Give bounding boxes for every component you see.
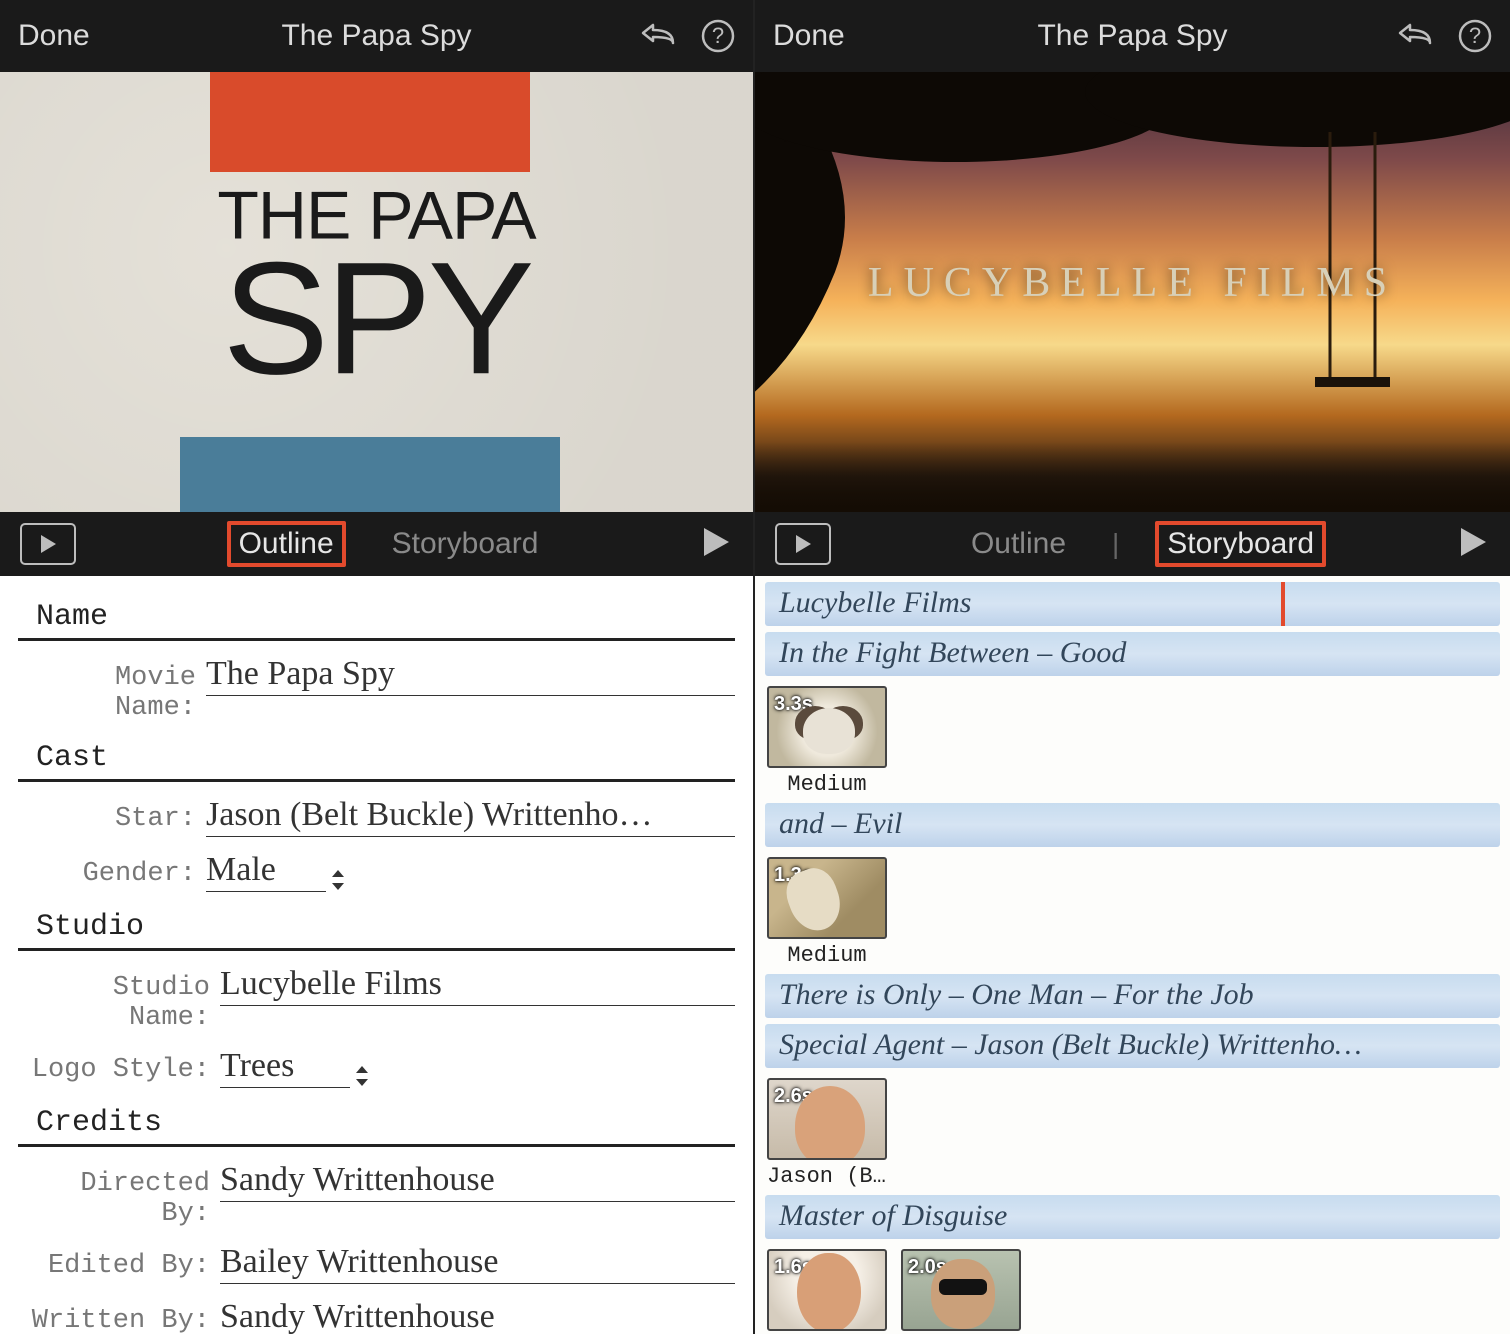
clip-label: Medium <box>767 943 887 968</box>
play-button[interactable] <box>699 525 733 564</box>
pane-outline: Done The Papa Spy ? THE PAPA SPY Outline <box>0 0 755 1334</box>
clip-row: 3.3s Medium <box>765 680 1500 797</box>
done-button[interactable]: Done <box>18 19 90 53</box>
section-cast: Cast <box>18 723 735 782</box>
clip-row: 1.3s Medium <box>765 851 1500 968</box>
clip-thumbnail[interactable]: 2.6s <box>767 1078 887 1160</box>
clip-duration: 2.0s <box>908 1256 947 1279</box>
label-directed-by: Directed By: <box>18 1169 210 1229</box>
label-edited-by: Edited By: <box>18 1251 210 1281</box>
section-credits: Credits <box>18 1088 735 1147</box>
done-button[interactable]: Done <box>773 19 845 53</box>
clip-thumbnail[interactable]: 3.3s <box>767 686 887 768</box>
field-logo-style[interactable]: Trees <box>220 1047 350 1088</box>
clip-label: Medium <box>767 772 887 797</box>
storyboard-title-card[interactable]: and – Evil <box>765 803 1500 847</box>
clip-duration: 1.3s <box>774 864 813 887</box>
clip-thumbnail[interactable]: 1.3s <box>767 857 887 939</box>
storyboard-list[interactable]: Lucybelle Films In the Fight Between – Go… <box>755 576 1510 1334</box>
label-star: Star: <box>18 804 196 834</box>
clip-duration: 2.6s <box>774 1085 813 1108</box>
section-studio: Studio <box>18 892 735 951</box>
field-directed-by[interactable]: Sandy Writtenhouse <box>220 1161 735 1202</box>
field-studio-name[interactable]: Lucybelle Films <box>220 965 735 1006</box>
storyboard-title-card[interactable]: Special Agent – Jason (Belt Buckle) Writ… <box>765 1024 1500 1068</box>
label-gender: Gender: <box>18 859 196 889</box>
preview-poster[interactable]: THE PAPA SPY <box>0 72 753 512</box>
section-name: Name <box>18 582 735 641</box>
label-studio-name: Studio Name: <box>18 973 210 1033</box>
clip-row: 2.6s Jason (Belt… <box>765 1072 1500 1189</box>
clip-thumbnail[interactable]: 1.6s <box>767 1249 887 1331</box>
svg-text:?: ? <box>712 23 724 48</box>
tabbar: Outline Storyboard <box>0 512 753 576</box>
play-button[interactable] <box>1456 525 1490 564</box>
storyboard-clip[interactable]: 1.6s <box>767 1249 887 1334</box>
help-icon[interactable]: ? <box>1458 19 1492 53</box>
play-mode-button[interactable] <box>775 523 831 565</box>
clip-row: 1.6s 2.0s <box>765 1243 1500 1334</box>
outline-form: Name Movie Name: The Papa Spy Cast Star:… <box>0 576 753 1334</box>
field-gender[interactable]: Male <box>206 851 326 892</box>
storyboard-title-card[interactable]: There is Only – One Man – For the Job <box>765 974 1500 1018</box>
clip-duration: 1.6s <box>774 1256 813 1279</box>
playhead-indicator[interactable] <box>1281 582 1285 626</box>
svg-text:?: ? <box>1469 23 1481 48</box>
clip-label: Jason (Belt… <box>767 1164 887 1189</box>
storyboard-clip[interactable]: 1.3s Medium <box>767 857 887 968</box>
label-movie-name: Movie Name: <box>18 663 196 723</box>
studio-logo-text: LUCYBELLE FILMS <box>868 259 1397 307</box>
pane-storyboard: Done The Papa Spy ? LUCYBELLE FILMS <box>755 0 1510 1334</box>
storyboard-title-card[interactable]: Master of Disguise <box>765 1195 1500 1239</box>
tabbar: Outline | Storyboard <box>755 512 1510 576</box>
field-written-by[interactable]: Sandy Writtenhouse <box>220 1298 735 1334</box>
storyboard-clip[interactable]: 2.6s Jason (Belt… <box>767 1078 887 1189</box>
clip-duration: 3.3s <box>774 693 813 716</box>
field-star[interactable]: Jason (Belt Buckle) Writtenho… <box>206 796 735 837</box>
topbar: Done The Papa Spy ? <box>755 0 1510 72</box>
label-written-by: Written By: <box>18 1306 210 1334</box>
tab-storyboard[interactable]: Storyboard <box>382 523 549 565</box>
help-icon[interactable]: ? <box>701 19 735 53</box>
tab-separator: | <box>1112 528 1119 560</box>
field-edited-by[interactable]: Bailey Writtenhouse <box>220 1243 735 1284</box>
label-logo-style: Logo Style: <box>18 1055 210 1085</box>
storyboard-clip[interactable]: 2.0s <box>901 1249 1021 1334</box>
tab-outline[interactable]: Outline <box>227 521 346 567</box>
undo-icon[interactable] <box>1396 21 1436 51</box>
undo-icon[interactable] <box>639 21 679 51</box>
tab-storyboard[interactable]: Storyboard <box>1155 521 1326 567</box>
play-mode-button[interactable] <box>20 523 76 565</box>
storyboard-title-card[interactable]: Lucybelle Films <box>765 582 1500 626</box>
tab-outline[interactable]: Outline <box>961 523 1076 565</box>
storyboard-clip[interactable]: 3.3s Medium <box>767 686 887 797</box>
topbar: Done The Papa Spy ? <box>0 0 753 72</box>
storyboard-title-card[interactable]: In the Fight Between – Good <box>765 632 1500 676</box>
field-movie-name[interactable]: The Papa Spy <box>206 655 735 696</box>
poster-title: THE PAPA SPY <box>217 185 535 390</box>
preview-studio-logo[interactable]: LUCYBELLE FILMS <box>755 72 1510 512</box>
clip-thumbnail[interactable]: 2.0s <box>901 1249 1021 1331</box>
